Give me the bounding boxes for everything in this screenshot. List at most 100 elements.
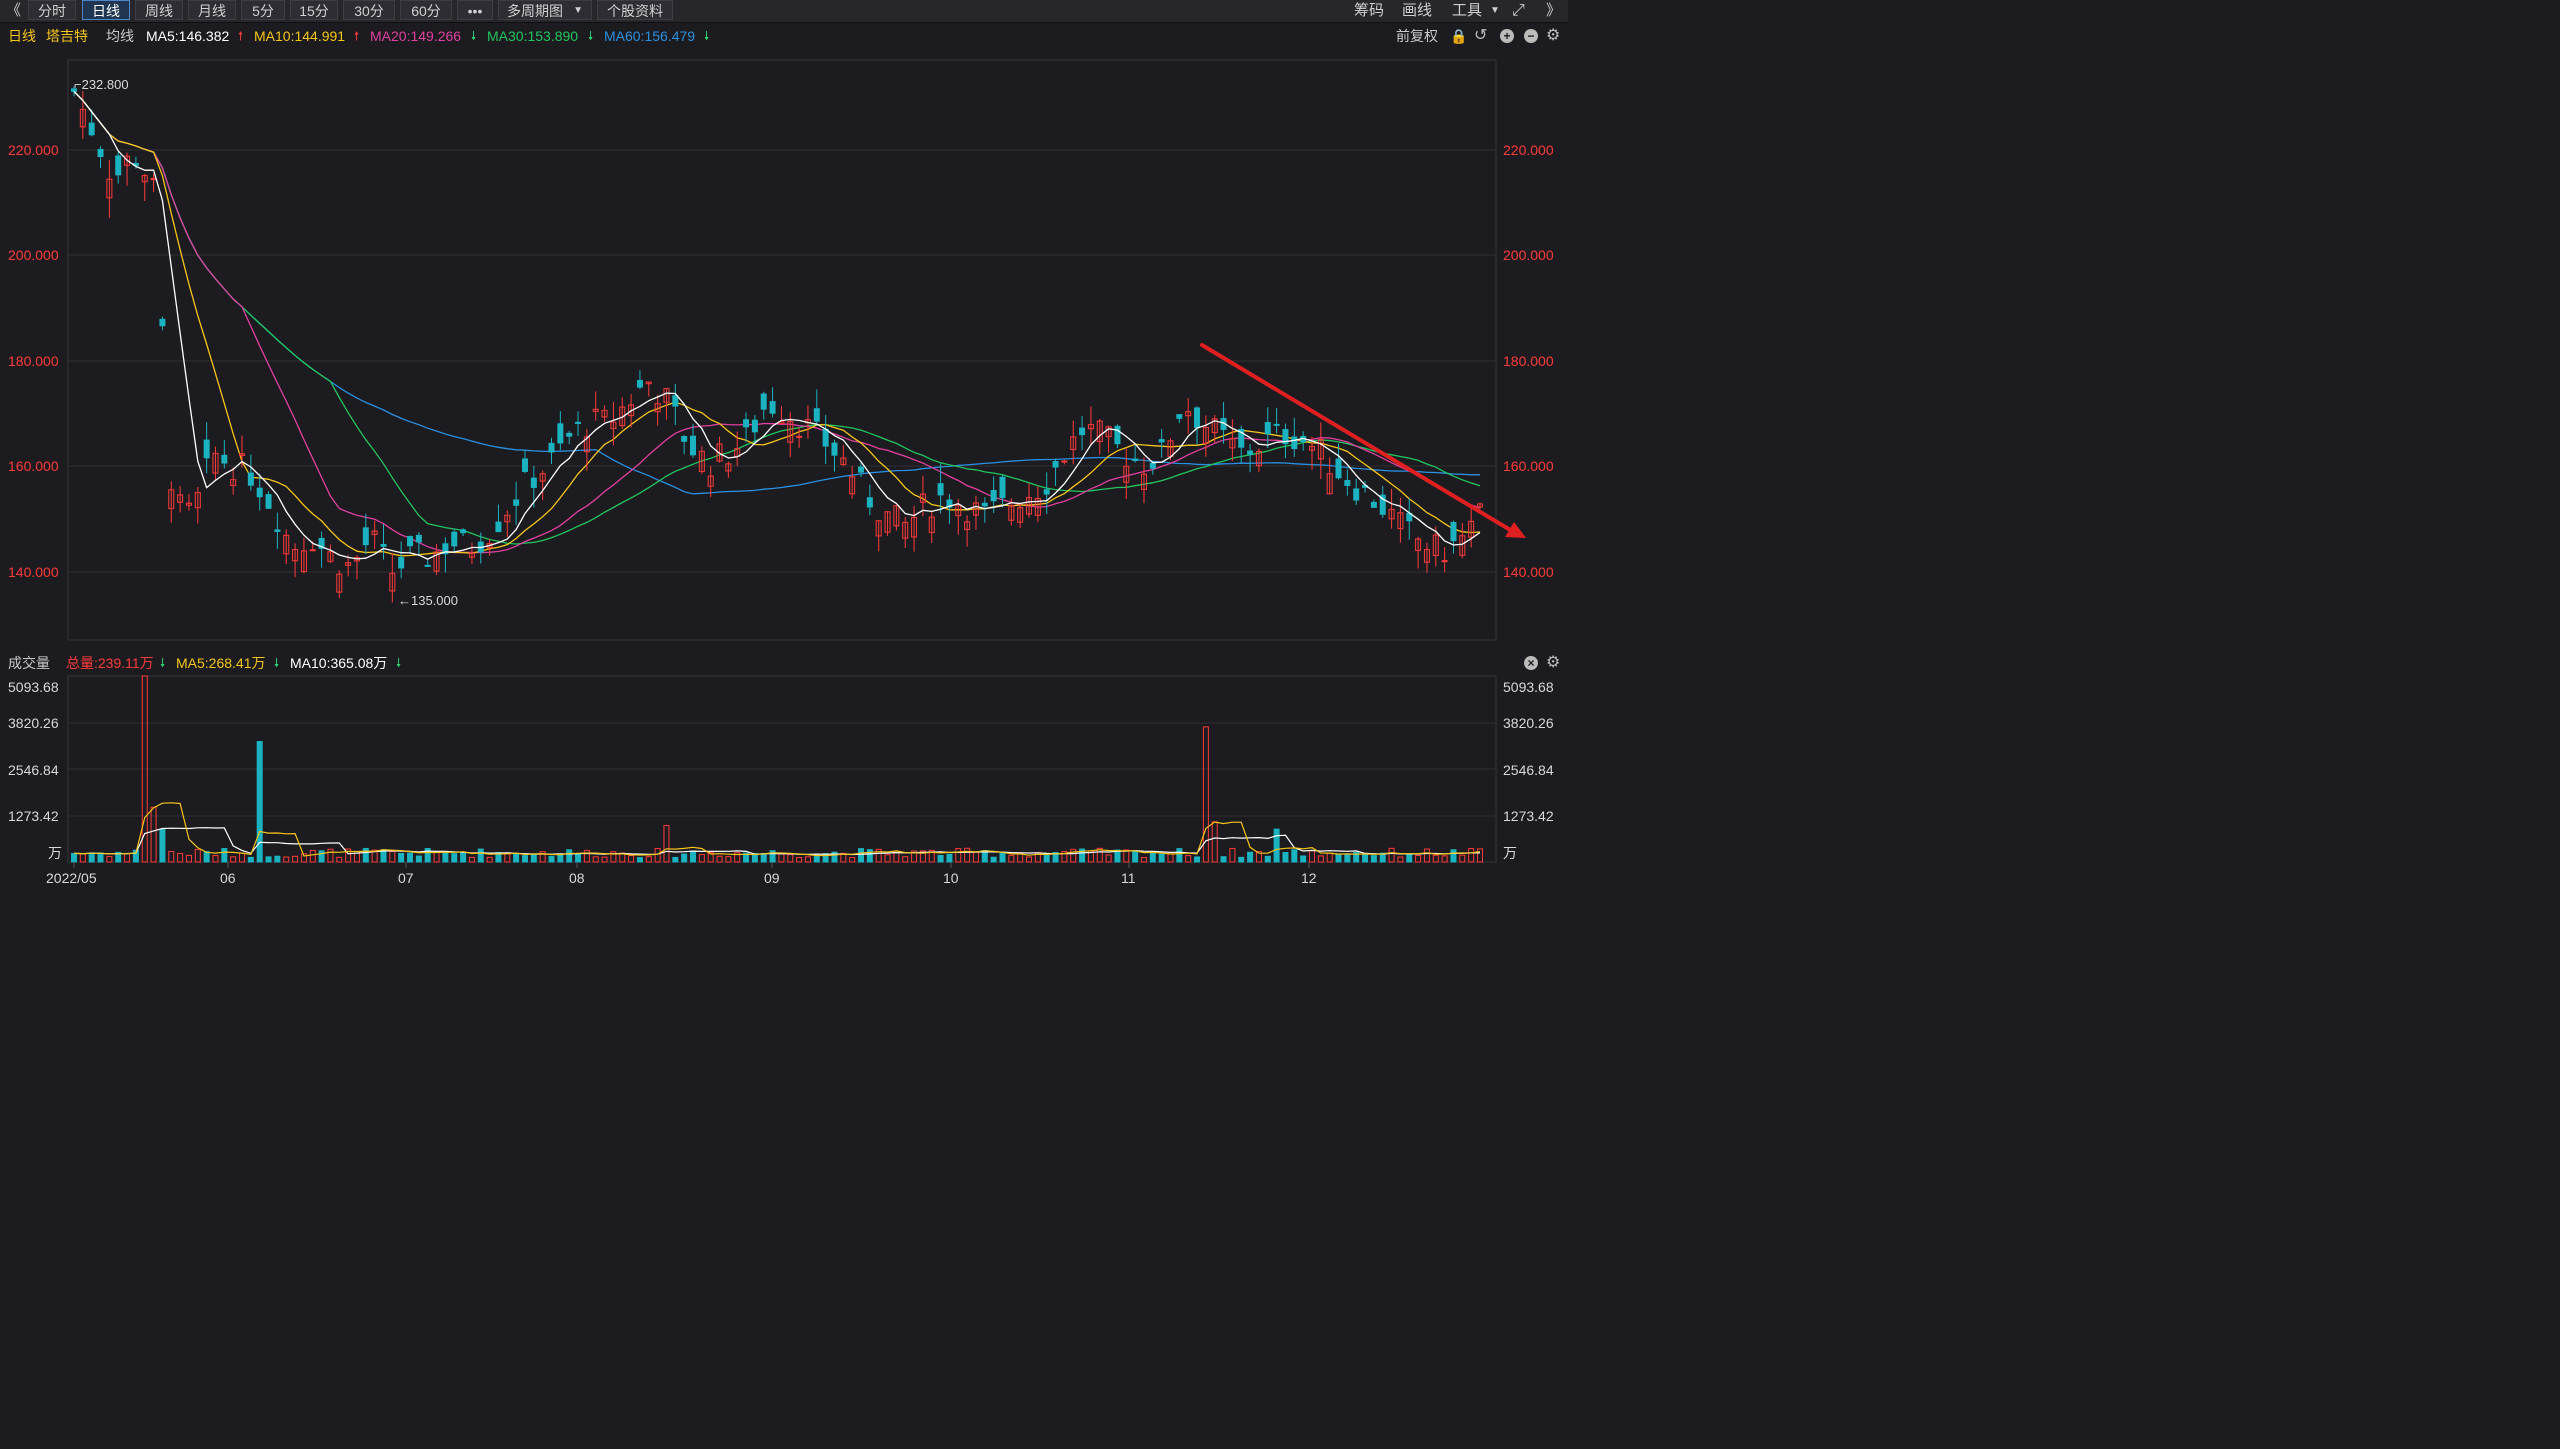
- candle-body: [1211, 418, 1218, 434]
- candle-body: [672, 395, 679, 407]
- volume-bar: [380, 849, 387, 863]
- candle-body: [230, 479, 237, 486]
- lock-icon[interactable]: 🔒: [1450, 24, 1467, 48]
- candle-body: [1273, 423, 1280, 426]
- ma-label[interactable]: 均线: [106, 24, 134, 48]
- volume-bar: [663, 824, 670, 863]
- volume-bar: [1370, 855, 1377, 863]
- volume-bar: [946, 853, 953, 863]
- volume-unit-right: 万: [1503, 845, 1517, 861]
- tab-30min[interactable]: 30分: [343, 0, 395, 20]
- volume-bar: [336, 856, 343, 863]
- multi-period-dropdown[interactable]: 多周期图 ▼: [498, 0, 592, 20]
- volume-bar: [1087, 850, 1094, 863]
- candle-body: [787, 420, 794, 443]
- stock-name[interactable]: 塔吉特: [46, 24, 88, 48]
- volume-bar: [1362, 853, 1369, 863]
- candle-body: [221, 454, 228, 464]
- tools-button[interactable]: 工具: [1452, 0, 1482, 22]
- volume-bar: [840, 852, 847, 863]
- volume-bar: [875, 848, 882, 863]
- tab-weekly[interactable]: 周线: [135, 0, 183, 20]
- volume-unit-left: 万: [48, 845, 62, 861]
- candle-body: [716, 443, 723, 462]
- volume-bar: [592, 856, 599, 863]
- volume-bar: [1477, 848, 1483, 863]
- candle-body: [1123, 465, 1130, 483]
- volume-bar: [1238, 856, 1245, 863]
- volume-bar: [460, 852, 467, 863]
- volume-panel-bg: [0, 650, 1568, 888]
- candle-body: [442, 543, 449, 555]
- candle-body: [946, 499, 953, 508]
- zoom-out-icon[interactable]: −: [1524, 29, 1538, 43]
- tab-5min[interactable]: 5分: [241, 0, 285, 20]
- volume-bar: [477, 848, 484, 863]
- collapse-right-icon[interactable]: 》: [1546, 0, 1561, 22]
- candle-body: [362, 527, 369, 546]
- tab-intraday[interactable]: 分时: [28, 0, 76, 20]
- fullscreen-icon[interactable]: ⤢: [1512, 0, 1525, 22]
- candle-body: [1202, 426, 1209, 444]
- volume-bar: [265, 856, 272, 863]
- candle-body: [1415, 538, 1422, 551]
- trend-arrow-icon: [1200, 343, 1526, 538]
- candle-body: [1043, 489, 1050, 495]
- price-tick-right: 220.000: [1503, 142, 1554, 158]
- candle-body: [1335, 458, 1342, 479]
- volume-bar: [451, 853, 458, 863]
- candle-body: [336, 573, 343, 593]
- draw-button[interactable]: 画线: [1402, 0, 1432, 22]
- tab-monthly[interactable]: 月线: [188, 0, 236, 20]
- candle-body: [654, 403, 661, 413]
- tools-chevron-icon[interactable]: ▼: [1490, 0, 1500, 22]
- candle-body: [407, 536, 414, 547]
- volume-bar: [159, 828, 166, 863]
- candle-body: [1105, 426, 1112, 438]
- candle-body: [380, 543, 387, 547]
- candle-body: [902, 521, 909, 539]
- tab-daily[interactable]: 日线: [82, 0, 130, 20]
- candle-body: [239, 453, 246, 457]
- more-periods-button[interactable]: •••: [457, 0, 493, 20]
- candle-body: [928, 516, 935, 534]
- price-tick-right: 200.000: [1503, 247, 1554, 263]
- volume-bar: [309, 849, 316, 863]
- close-volume-icon[interactable]: ×: [1524, 656, 1538, 670]
- volume-bar: [1379, 852, 1386, 863]
- volume-bar: [1114, 849, 1121, 863]
- volume-bar: [972, 851, 979, 863]
- volume-settings-gear-icon[interactable]: ⚙: [1546, 652, 1560, 674]
- candle-body: [884, 511, 891, 533]
- undo-icon[interactable]: ↺: [1474, 24, 1487, 48]
- volume-title[interactable]: 成交量: [8, 652, 50, 674]
- ma20-value: MA20:149.266: [370, 28, 462, 44]
- x-label: 2022/05: [46, 870, 97, 886]
- tab-15min[interactable]: 15分: [290, 0, 338, 20]
- volume-bar: [88, 852, 95, 863]
- volume-tick-left: 5093.68: [8, 679, 59, 695]
- ma30-line: [73, 90, 1481, 545]
- candle-body: [468, 552, 475, 558]
- volume-bar: [707, 852, 714, 863]
- volume-bar: [1344, 854, 1351, 863]
- collapse-left-icon[interactable]: 《: [6, 0, 21, 22]
- volume-ma10: MA10:365.08万: [290, 655, 388, 671]
- zoom-in-icon[interactable]: +: [1500, 29, 1514, 43]
- volume-bar: [575, 853, 582, 863]
- volume-bar: [1459, 854, 1466, 863]
- volume-bar: [769, 850, 776, 863]
- ma10-value: MA10:144.991: [254, 28, 346, 44]
- chips-button[interactable]: 筹码: [1354, 0, 1384, 22]
- kline-chart[interactable]: 220.000 200.000 180.000 160.000 140.000 …: [0, 0, 1568, 888]
- candle-body: [725, 463, 732, 472]
- candle-body: [539, 473, 546, 482]
- candle-body: [769, 401, 776, 414]
- ma5-value: MA5:146.382: [146, 28, 230, 44]
- settings-gear-icon[interactable]: ⚙: [1546, 24, 1560, 48]
- tab-60min[interactable]: 60分: [400, 0, 452, 20]
- adjust-mode-button[interactable]: 前复权: [1396, 24, 1438, 48]
- stock-info-button[interactable]: 个股资料: [597, 0, 673, 20]
- volume-bar: [97, 852, 104, 863]
- volume-total-down-arrow-icon: 🠗: [160, 656, 166, 670]
